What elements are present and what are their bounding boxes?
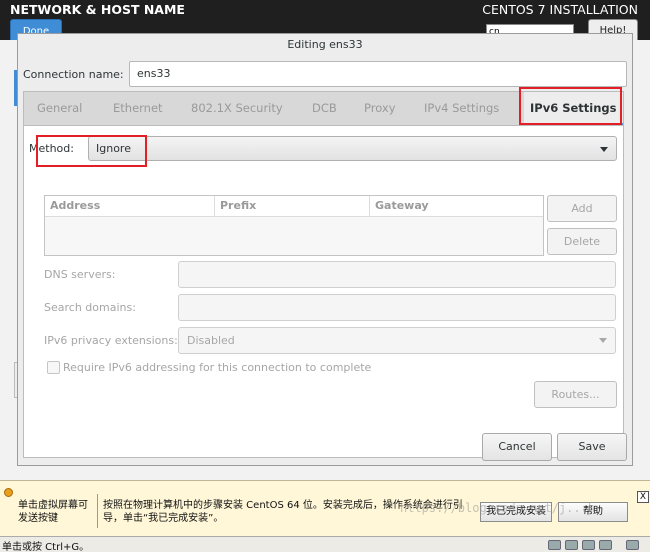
chevron-down-icon — [600, 147, 608, 152]
connection-name-label: Connection name: — [23, 68, 124, 81]
tab-8021x-security[interactable]: 802.1X Security — [191, 92, 283, 125]
watermark: https://blog.csdn.net/j...h — [400, 501, 596, 515]
address-table-header: Address Prefix Gateway — [45, 196, 543, 217]
routes-button[interactable]: Routes... — [534, 381, 617, 408]
require-ipv6-checkbox[interactable] — [47, 361, 60, 374]
cancel-button[interactable]: Cancel — [482, 433, 552, 461]
dialog-title: Editing ens33 — [287, 38, 363, 51]
dns-servers-input[interactable] — [178, 261, 616, 288]
tab-dcb[interactable]: DCB — [312, 92, 337, 125]
annotation-box-method — [36, 135, 147, 167]
privacy-extensions-dropdown[interactable]: Disabled — [178, 327, 616, 354]
delete-address-button[interactable]: Delete — [547, 228, 617, 255]
display-tray-icon[interactable] — [626, 540, 639, 550]
column-gateway[interactable]: Gateway — [370, 196, 543, 217]
privacy-extensions-value: Disabled — [187, 334, 235, 347]
column-prefix[interactable]: Prefix — [215, 196, 370, 217]
tab-general[interactable]: General — [37, 92, 82, 125]
tab-proxy[interactable]: Proxy — [364, 92, 396, 125]
cdrom-tray-icon[interactable] — [582, 540, 595, 550]
vm-hint-left: 单击虚拟屏幕可发送按键 — [18, 500, 88, 524]
add-address-button[interactable]: Add — [547, 195, 617, 222]
installer-title: CENTOS 7 INSTALLATION — [482, 2, 638, 17]
info-icon — [4, 488, 13, 497]
annotation-box-ipv6-tab — [519, 87, 622, 125]
address-table[interactable]: Address Prefix Gateway — [44, 195, 544, 256]
usb-tray-icon[interactable] — [599, 540, 612, 550]
save-button[interactable]: Save — [557, 433, 627, 461]
search-domains-input[interactable] — [178, 294, 616, 321]
chevron-down-icon — [599, 338, 607, 343]
method-dropdown[interactable]: Ignore — [88, 136, 617, 161]
close-icon[interactable]: X — [637, 491, 649, 503]
require-ipv6-label: Require IPv6 addressing for this connect… — [63, 361, 372, 374]
vm-hint-divider — [97, 494, 98, 528]
column-address[interactable]: Address — [45, 196, 215, 217]
tab-ipv4-settings[interactable]: IPv4 Settings — [424, 92, 499, 125]
tab-ethernet[interactable]: Ethernet — [113, 92, 163, 125]
connection-name-input[interactable]: ens33 — [129, 61, 627, 87]
disk-tray-icon[interactable] — [565, 540, 578, 550]
privacy-extensions-label: IPv6 privacy extensions: — [44, 334, 178, 347]
search-domains-label: Search domains: — [44, 301, 136, 314]
spoke-title: NETWORK & HOST NAME — [10, 2, 185, 17]
status-bar: 单击或按 Ctrl+G。 — [0, 536, 650, 552]
ipv6-settings-panel — [23, 125, 624, 458]
status-text: 单击或按 Ctrl+G。 — [2, 542, 90, 552]
network-tray-icon[interactable] — [548, 540, 561, 550]
dns-servers-label: DNS servers: — [44, 268, 116, 281]
